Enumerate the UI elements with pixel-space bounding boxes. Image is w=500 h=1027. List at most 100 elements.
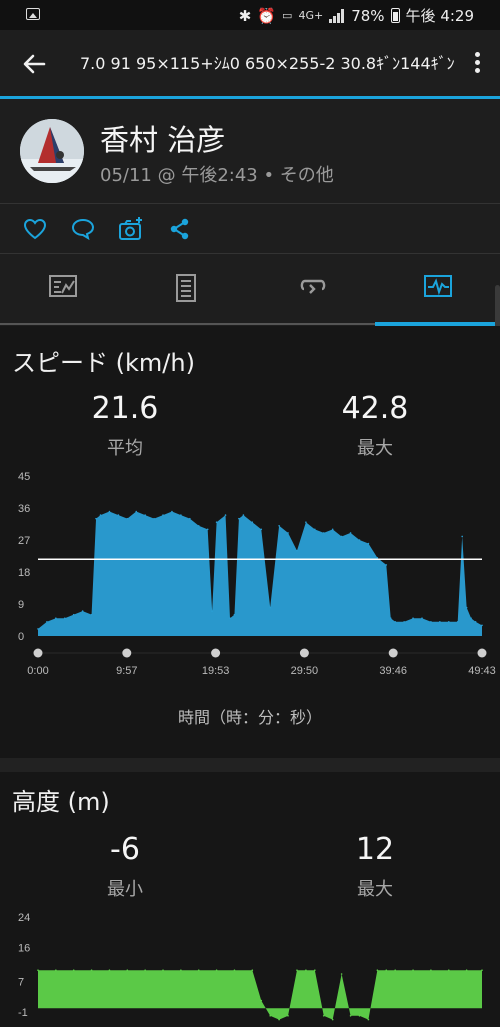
data-point: [55, 617, 57, 620]
data-point: [287, 1015, 289, 1017]
data-point: [37, 628, 39, 630]
back-arrow-icon[interactable]: [18, 48, 50, 80]
data-point: [403, 620, 405, 623]
data-point: [215, 521, 218, 524]
data-point: [481, 624, 483, 627]
gallery-icon: [26, 8, 40, 20]
data-point: [229, 617, 231, 620]
x-tick-dot: [477, 648, 487, 658]
speed-max-label: 最大: [357, 438, 393, 459]
data-point: [305, 521, 307, 524]
data-point: [180, 514, 182, 516]
data-point: [278, 524, 280, 527]
tab-charts[interactable]: [375, 254, 500, 326]
data-point: [465, 969, 468, 971]
add-photo-icon[interactable]: [118, 216, 144, 242]
app-bar: 7.0 91 95×115+ｼﾑ0 650×255-2 30.8ｷﾞﾝ144ｷﾞ…: [0, 30, 500, 96]
y-tick-label: 0: [18, 631, 24, 643]
network-type: 4G+: [298, 9, 324, 22]
y-tick-label: 36: [18, 503, 30, 515]
x-tick-dot: [299, 648, 309, 658]
section-separator: [0, 758, 500, 772]
data-point: [340, 973, 343, 975]
x-tick-label: 0:00: [27, 665, 48, 677]
data-point: [358, 1015, 361, 1017]
activity-date: 05/11 @ 午後2:43 • その他: [100, 165, 334, 186]
details-icon: [176, 274, 196, 302]
speed-avg-value: 21.6: [91, 391, 159, 426]
data-point: [314, 528, 316, 531]
x-tick-dot: [122, 648, 132, 658]
data-point: [322, 532, 325, 534]
data-point: [349, 1015, 352, 1017]
alarm-icon: ⏰: [257, 6, 277, 25]
data-point: [322, 1015, 325, 1017]
data-point: [144, 514, 146, 516]
bluetooth-icon: ✱: [238, 6, 252, 25]
data-point: [465, 606, 468, 609]
tab-bar: [0, 254, 500, 326]
activity-title: 7.0 91 95×115+ｼﾑ0 650×255-2 30.8ｷﾞﾝ144ｷﾞ…: [80, 54, 455, 73]
data-point: [394, 969, 397, 971]
clock: 午後 4:29: [405, 7, 474, 25]
data-point: [376, 556, 379, 559]
data-point: [269, 606, 271, 609]
elevation-max-label: 最大: [357, 879, 393, 900]
laps-icon: [300, 279, 326, 294]
data-point: [206, 528, 209, 531]
elevation-series: [38, 970, 482, 1020]
data-point: [180, 969, 182, 971]
action-bar: [0, 204, 500, 253]
elevation-max-value: 12: [355, 832, 395, 867]
data-point: [95, 517, 97, 520]
data-point: [135, 510, 138, 513]
data-point: [412, 969, 414, 971]
tab-summary[interactable]: [0, 254, 125, 326]
data-point: [251, 521, 254, 524]
data-point: [117, 514, 120, 516]
data-point: [389, 617, 392, 620]
data-point: [63, 617, 66, 620]
data-point: [376, 969, 379, 971]
speed-section: スピード (km/h) 21.6 平均 42.8 最大 45 36 27 18 9 0 0:…: [0, 326, 500, 758]
more-options-icon[interactable]: [472, 52, 482, 76]
x-tick-label: 49:43: [468, 665, 496, 677]
data-point: [189, 517, 191, 520]
data-point: [171, 510, 173, 513]
data-point: [349, 532, 352, 534]
comment-icon[interactable]: [70, 216, 96, 242]
y-tick-label: 16: [18, 942, 30, 954]
status-icons: ✱ ⏰ ▭ 4G+ 78% 午後 4:29: [239, 5, 474, 26]
data-point: [394, 620, 397, 623]
data-point: [81, 610, 84, 612]
y-tick-label: 9: [18, 599, 24, 611]
data-point: [126, 969, 129, 971]
y-tick-label: 27: [18, 535, 30, 547]
data-point: [90, 969, 93, 971]
speed-chart: 45 36 27 18 9 0 0:00 9:57 19:53 29:50 39:46 49:43: [18, 471, 496, 677]
data-point: [385, 564, 388, 566]
data-point: [72, 613, 75, 616]
data-point: [162, 514, 164, 516]
x-tick-label: 29:50: [291, 665, 319, 677]
data-point: [108, 510, 111, 513]
data-point: [233, 613, 236, 616]
data-point: [99, 514, 102, 516]
summary-icon: [49, 275, 77, 297]
user-name[interactable]: 香村 治彦: [100, 117, 225, 159]
data-point: [260, 999, 263, 1002]
elevation-section: 高度 (m) -6 最小 12 最大 24 16 7 -1: [0, 772, 500, 1027]
like-icon[interactable]: [22, 216, 48, 242]
battery-icon: [390, 8, 400, 23]
data-point: [456, 620, 459, 623]
tab-details[interactable]: [125, 254, 250, 326]
battery-percent: 78%: [351, 6, 385, 25]
avatar[interactable]: [20, 119, 84, 183]
data-point: [269, 1015, 271, 1017]
share-icon[interactable]: [167, 216, 193, 242]
y-tick-label: 18: [18, 567, 30, 579]
data-point: [340, 535, 343, 538]
tab-laps[interactable]: [250, 254, 375, 326]
data-point: [153, 517, 155, 520]
data-point: [37, 969, 39, 971]
